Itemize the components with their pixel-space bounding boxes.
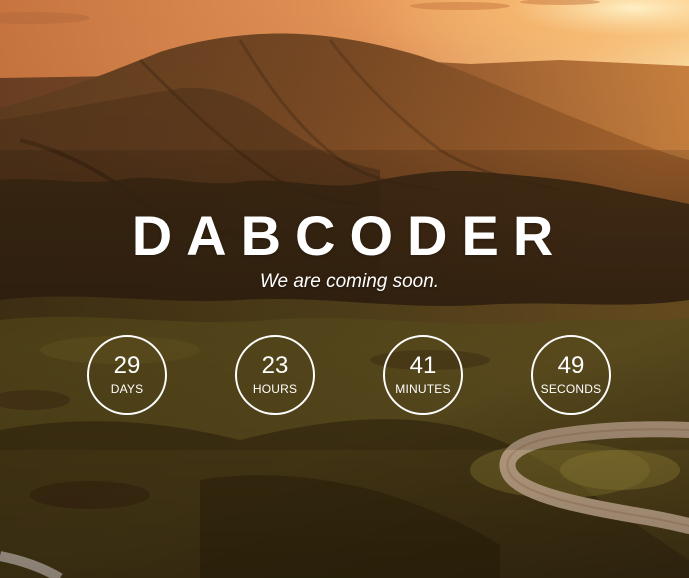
countdown-seconds: 49 SECONDS — [531, 335, 611, 415]
countdown-seconds-value: 49 — [557, 352, 585, 379]
countdown-days-value: 29 — [113, 352, 141, 379]
countdown-minutes-label: MINUTES — [395, 382, 451, 396]
countdown-minutes-value: 41 — [409, 352, 437, 379]
countdown-minutes: 41 MINUTES — [383, 335, 463, 415]
coming-soon-page: DABCODER We are coming soon. 29 DAYS 23 … — [0, 0, 689, 578]
countdown-days: 29 DAYS — [87, 335, 167, 415]
countdown-hours-value: 23 — [261, 352, 289, 379]
countdown-seconds-label: SECONDS — [540, 382, 602, 396]
countdown-hours: 23 HOURS — [235, 335, 315, 415]
countdown-hours-label: HOURS — [252, 382, 298, 396]
hero-content: DABCODER We are coming soon. 29 DAYS 23 … — [0, 0, 689, 578]
countdown-timer: 29 DAYS 23 HOURS 41 MINUTES 49 SECONDS — [0, 0, 689, 578]
countdown-days-label: DAYS — [110, 382, 144, 396]
